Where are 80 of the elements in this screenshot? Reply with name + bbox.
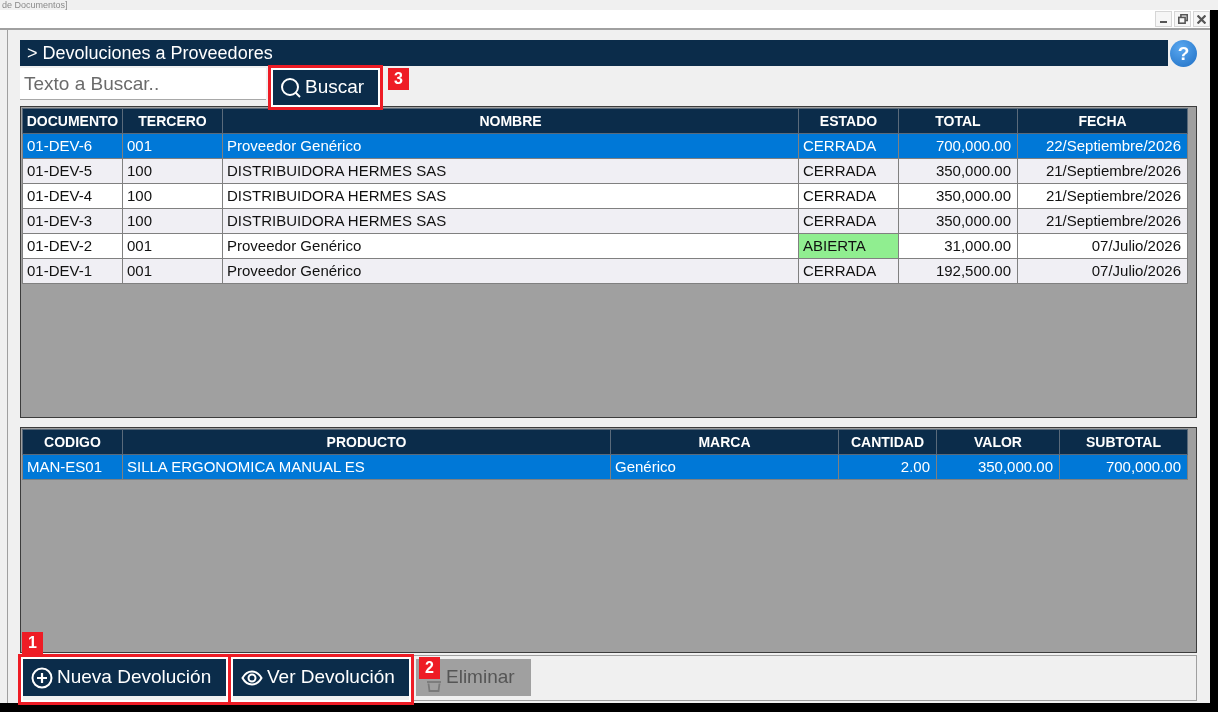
column-header[interactable]: CODIGO: [22, 429, 123, 455]
table-cell: CERRADA: [798, 258, 899, 284]
table-cell: 001: [122, 233, 223, 259]
table-cell: 01-DEV-2: [22, 233, 123, 259]
restore-button[interactable]: [1174, 11, 1191, 27]
minimize-icon: [1160, 21, 1167, 23]
table-cell: 01-DEV-3: [22, 208, 123, 234]
table-cell: 100: [122, 158, 223, 184]
table-cell: SILLA ERGONOMICA MANUAL ES: [122, 454, 611, 480]
close-icon: [1197, 14, 1206, 24]
column-header[interactable]: TERCERO: [122, 108, 223, 134]
eye-icon: [241, 669, 263, 686]
minimize-button[interactable]: [1155, 11, 1172, 27]
table-row[interactable]: MAN-ES01 SILLA ERGONOMICA MANUAL ES Genérico 2.00 350,000.00 700,000.00: [22, 454, 1188, 480]
column-header[interactable]: PRODUCTO: [122, 429, 611, 455]
table-cell: 07/Julio/2026: [1017, 233, 1188, 259]
table-cell: 350,000.00: [936, 454, 1060, 480]
column-header[interactable]: DOCUMENTO: [22, 108, 123, 134]
table-cell: Proveedor Genérico: [222, 233, 799, 259]
table-row[interactable]: 01-DEV-4 100 DISTRIBUIDORA HERMES SAS CERRADA 350,000.00 21/Septiembre/2026: [22, 183, 1188, 209]
table-cell: CERRADA: [798, 208, 899, 234]
table-cell: CERRADA: [798, 158, 899, 184]
table-cell: 01-DEV-5: [22, 158, 123, 184]
table-cell: 700,000.00: [898, 133, 1018, 159]
table-cell: Genérico: [610, 454, 839, 480]
table-row[interactable]: 01-DEV-2 001 Proveedor Genérico ABIERTA 31,000.00 07/Julio/2026: [22, 233, 1188, 259]
table-cell: 21/Septiembre/2026: [1017, 158, 1188, 184]
window-title: de Documentos]: [2, 0, 68, 10]
column-header[interactable]: VALOR: [936, 429, 1060, 455]
table-cell: Proveedor Genérico: [222, 258, 799, 284]
table-cell: 100: [122, 183, 223, 209]
table-row[interactable]: 01-DEV-3 100 DISTRIBUIDORA HERMES SAS CERRADA 350,000.00 21/Septiembre/2026: [22, 208, 1188, 234]
plus-circle-icon: [31, 666, 53, 689]
column-header[interactable]: ESTADO: [798, 108, 899, 134]
table-cell: DISTRIBUIDORA HERMES SAS: [222, 183, 799, 209]
callout-number: 3: [388, 68, 409, 90]
table-cell: 350,000.00: [898, 183, 1018, 209]
column-header[interactable]: NOMBRE: [222, 108, 799, 134]
close-button[interactable]: [1193, 11, 1210, 27]
table-cell: 21/Septiembre/2026: [1017, 208, 1188, 234]
table-cell: ABIERTA: [798, 233, 899, 259]
callout-number: 1: [22, 632, 43, 654]
table-cell: 01-DEV-6: [22, 133, 123, 159]
table-cell: DISTRIBUIDORA HERMES SAS: [222, 208, 799, 234]
table-cell: 700,000.00: [1059, 454, 1188, 480]
new-return-button[interactable]: Nueva Devolución: [23, 659, 226, 696]
column-header[interactable]: TOTAL: [898, 108, 1018, 134]
table-cell: 31,000.00: [898, 233, 1018, 259]
column-header[interactable]: FECHA: [1017, 108, 1188, 134]
table-cell: CERRADA: [798, 183, 899, 209]
table-cell: 01-DEV-1: [22, 258, 123, 284]
column-header[interactable]: CANTIDAD: [838, 429, 937, 455]
table-cell: MAN-ES01: [22, 454, 123, 480]
table-row[interactable]: 01-DEV-5 100 DISTRIBUIDORA HERMES SAS CERRADA 350,000.00 21/Septiembre/2026: [22, 158, 1188, 184]
table-cell: 100: [122, 208, 223, 234]
restore-icon: [1177, 14, 1188, 24]
table-cell: 21/Septiembre/2026: [1017, 183, 1188, 209]
search-field[interactable]: Texto a Buscar..: [20, 68, 266, 100]
table-cell: 350,000.00: [898, 208, 1018, 234]
table-cell: 350,000.00: [898, 158, 1018, 184]
callout-number: 2: [419, 657, 440, 679]
table-cell: CERRADA: [798, 133, 899, 159]
column-header[interactable]: SUBTOTAL: [1059, 429, 1188, 455]
search-icon: [281, 77, 301, 98]
table-cell: 07/Julio/2026: [1017, 258, 1188, 284]
table-cell: DISTRIBUIDORA HERMES SAS: [222, 158, 799, 184]
view-return-button[interactable]: Ver Devolución: [233, 659, 409, 696]
panel-title: > Devoluciones a Proveedores: [20, 40, 1168, 66]
table-cell: 192,500.00: [898, 258, 1018, 284]
table-cell: 001: [122, 133, 223, 159]
search-button[interactable]: Buscar: [273, 70, 378, 105]
table-row[interactable]: 01-DEV-1 001 Proveedor Genérico CERRADA 192,500.00 07/Julio/2026: [22, 258, 1188, 284]
table-cell: Proveedor Genérico: [222, 133, 799, 159]
trash-icon: [426, 680, 442, 692]
table-cell: 2.00: [838, 454, 937, 480]
table-cell: 01-DEV-4: [22, 183, 123, 209]
table-row[interactable]: 01-DEV-6 001 Proveedor Genérico CERRADA 700,000.00 22/Septiembre/2026: [22, 133, 1188, 159]
column-header[interactable]: MARCA: [610, 429, 839, 455]
table-cell: 22/Septiembre/2026: [1017, 133, 1188, 159]
table-cell: 001: [122, 258, 223, 284]
